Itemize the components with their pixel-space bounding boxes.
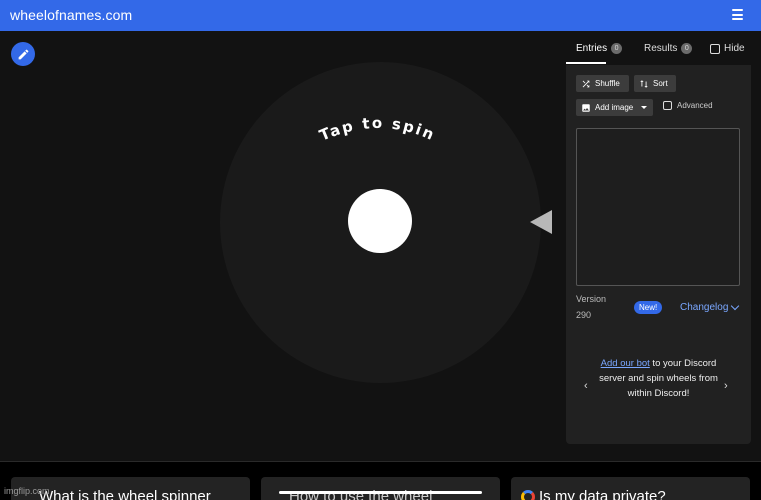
tab-entries-label: Entries bbox=[576, 43, 608, 54]
hamburger-menu-icon[interactable] bbox=[732, 9, 743, 20]
sort-icon bbox=[640, 79, 648, 88]
faq-card-title: How to use the wheel bbox=[289, 488, 433, 500]
watermark: imgflip.com bbox=[4, 486, 50, 496]
entries-panel: Shuffle Sort Add image Advanced Version … bbox=[566, 65, 751, 444]
faq-card-title: Is my data private? bbox=[539, 488, 666, 500]
section-divider bbox=[0, 461, 761, 462]
image-icon bbox=[582, 103, 590, 112]
sort-button[interactable]: Sort bbox=[634, 75, 676, 92]
shuffle-icon bbox=[582, 80, 590, 87]
tab-results[interactable]: Results 0 bbox=[644, 43, 693, 54]
advanced-toggle[interactable]: Advanced bbox=[663, 101, 713, 110]
tap-to-spin-text: Tap to spin bbox=[317, 114, 437, 145]
top-bar: wheelofnames.com bbox=[0, 0, 761, 31]
hide-checkbox[interactable] bbox=[710, 43, 720, 54]
triangle-pointer-icon bbox=[530, 210, 552, 234]
wheel-hub[interactable] bbox=[348, 189, 412, 253]
advanced-checkbox[interactable] bbox=[663, 101, 672, 110]
add-image-label: Add image bbox=[595, 103, 634, 112]
entries-count-badge: 0 bbox=[611, 43, 623, 54]
faq-card-how-to-use[interactable]: How to use the wheel bbox=[261, 477, 500, 500]
caret-down-icon bbox=[641, 106, 648, 109]
carousel-prev-button[interactable]: ‹ bbox=[584, 380, 588, 392]
google-icon bbox=[521, 490, 535, 500]
changelog-link[interactable]: Changelog bbox=[680, 301, 740, 313]
shuffle-button[interactable]: Shuffle bbox=[576, 75, 629, 92]
advanced-label: Advanced bbox=[677, 101, 713, 110]
entries-textarea[interactable] bbox=[576, 128, 740, 286]
changelog-label: Changelog bbox=[680, 302, 729, 313]
hide-label: Hide bbox=[724, 43, 745, 54]
pencil-icon bbox=[18, 49, 28, 59]
version-number: 290 bbox=[576, 310, 592, 320]
sidebar-tabs: Entries 0 Results 0 Hide bbox=[566, 43, 756, 63]
loading-bar bbox=[279, 491, 482, 494]
hide-toggle[interactable]: Hide bbox=[710, 43, 745, 54]
faq-card-title: What is the wheel spinner bbox=[39, 488, 211, 500]
discord-promo: Add our bot to your Discord server and s… bbox=[596, 356, 721, 401]
shuffle-label: Shuffle bbox=[595, 79, 620, 88]
add-bot-link[interactable]: Add our bot bbox=[601, 358, 650, 369]
edit-wheel-button[interactable] bbox=[11, 42, 35, 66]
new-badge: New! bbox=[634, 301, 663, 314]
add-image-button[interactable]: Add image bbox=[576, 99, 653, 116]
carousel-next-button[interactable]: › bbox=[724, 380, 728, 392]
tab-results-label: Results bbox=[644, 43, 678, 54]
active-tab-indicator bbox=[566, 62, 606, 64]
version-label: Version bbox=[576, 294, 607, 304]
svg-text:Tap to spin: Tap to spin bbox=[317, 114, 439, 145]
faq-card-data-private[interactable]: Is my data private? bbox=[511, 477, 750, 500]
tab-entries[interactable]: Entries 0 bbox=[576, 43, 623, 54]
sort-label: Sort bbox=[653, 79, 668, 88]
site-title[interactable]: wheelofnames.com bbox=[10, 7, 132, 23]
chevron-down-icon bbox=[731, 301, 740, 311]
results-count-badge: 0 bbox=[681, 43, 693, 54]
